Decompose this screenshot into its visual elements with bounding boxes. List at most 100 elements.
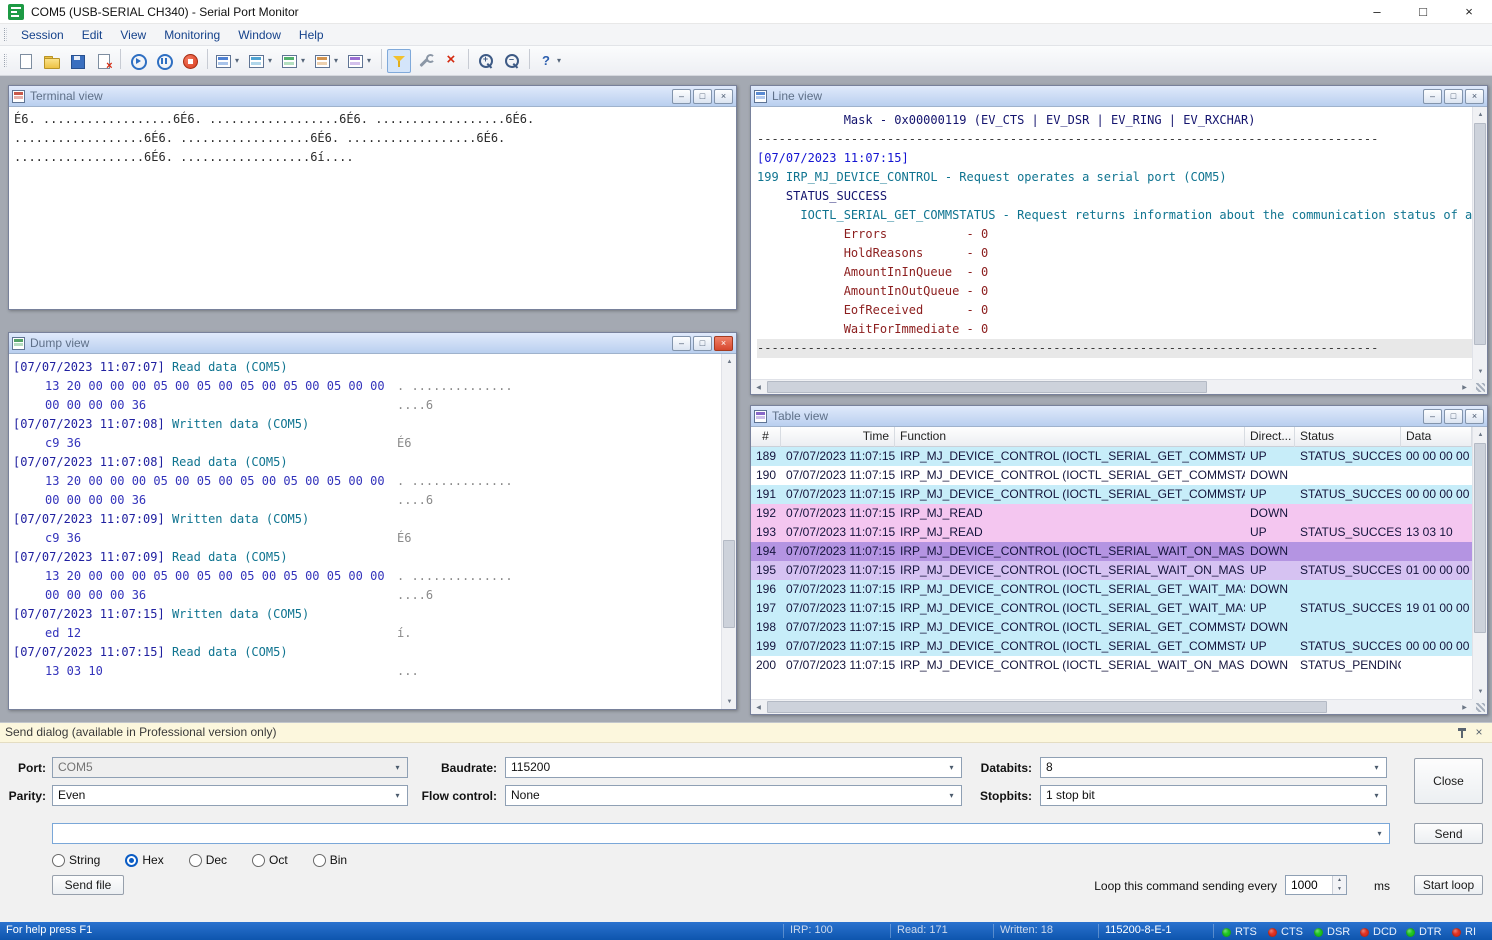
parity-select[interactable]: Even bbox=[52, 785, 408, 806]
pause-monitoring-button[interactable] bbox=[152, 49, 176, 73]
table-view-horizontal-scrollbar[interactable]: ◀ ▶ bbox=[751, 699, 1472, 714]
save-session-button[interactable] bbox=[65, 49, 89, 73]
close-button[interactable]: Close bbox=[1414, 758, 1483, 804]
clear-views-button[interactable] bbox=[439, 49, 463, 73]
line-view-toggle-button[interactable]: ▾ bbox=[246, 49, 277, 73]
open-session-button[interactable] bbox=[39, 49, 63, 73]
dump-view-toggle-button[interactable]: ▾ bbox=[279, 49, 310, 73]
scroll-left-icon[interactable]: ◀ bbox=[751, 380, 766, 394]
table-column-header[interactable]: Time bbox=[781, 427, 895, 447]
resize-grip[interactable] bbox=[1472, 379, 1487, 394]
window-titlebar[interactable]: COM5 (USB-SERIAL CH340) - Serial Port Mo… bbox=[0, 0, 1492, 24]
resize-grip[interactable] bbox=[1472, 699, 1487, 714]
table-row[interactable]: 19607/07/2023 11:07:15IRP_MJ_DEVICE_CONT… bbox=[751, 580, 1472, 599]
table-view-close-button[interactable]: × bbox=[1465, 409, 1484, 424]
start-loop-button[interactable]: Start loop bbox=[1414, 875, 1483, 895]
terminal-view-content[interactable]: É6. ..................6É6. .............… bbox=[9, 107, 736, 309]
terminal-view-minimize-button[interactable]: – bbox=[672, 89, 691, 104]
line-view-titlebar[interactable]: Line view – □ × bbox=[751, 86, 1487, 107]
table-row[interactable]: 19907/07/2023 11:07:15IRP_MJ_DEVICE_CONT… bbox=[751, 637, 1472, 656]
dump-view-titlebar[interactable]: Dump view – □ × bbox=[9, 333, 736, 354]
radio-icon[interactable] bbox=[52, 854, 65, 867]
menu-view[interactable]: View bbox=[111, 25, 155, 45]
format-radio-dec[interactable]: Dec bbox=[189, 853, 227, 867]
chevron-down-icon[interactable]: ▾ bbox=[232, 49, 242, 73]
scroll-right-icon[interactable]: ▶ bbox=[1457, 700, 1472, 714]
scroll-right-icon[interactable]: ▶ bbox=[1457, 380, 1472, 394]
stop-monitoring-button[interactable] bbox=[178, 49, 202, 73]
scrollbar-thumb[interactable] bbox=[767, 381, 1207, 393]
table-column-header[interactable]: Status bbox=[1295, 427, 1401, 447]
chevron-down-icon[interactable]: ▾ bbox=[265, 49, 275, 73]
send-file-button[interactable]: Send file bbox=[52, 875, 124, 895]
menu-monitoring[interactable]: Monitoring bbox=[155, 25, 229, 45]
line-view-horizontal-scrollbar[interactable]: ◀ ▶ bbox=[751, 379, 1472, 394]
port-select[interactable]: COM5 bbox=[52, 757, 408, 778]
chevron-down-icon[interactable]: ▾ bbox=[364, 49, 374, 73]
scroll-up-icon[interactable]: ▲ bbox=[1473, 107, 1487, 122]
scroll-down-icon[interactable]: ▼ bbox=[1473, 684, 1487, 699]
scrollbar-thumb[interactable] bbox=[767, 701, 1327, 713]
scroll-up-icon[interactable]: ▲ bbox=[722, 354, 736, 369]
filter-setup-button[interactable] bbox=[387, 49, 411, 73]
table-row[interactable]: 19307/07/2023 11:07:15IRP_MJ_READUPSTATU… bbox=[751, 523, 1472, 542]
new-session-button[interactable] bbox=[13, 49, 37, 73]
table-row[interactable]: 19207/07/2023 11:07:15IRP_MJ_READDOWN bbox=[751, 504, 1472, 523]
table-row[interactable]: 19507/07/2023 11:07:15IRP_MJ_DEVICE_CONT… bbox=[751, 561, 1472, 580]
menu-help[interactable]: Help bbox=[290, 25, 333, 45]
chevron-down-icon[interactable]: ▾ bbox=[554, 49, 564, 73]
catch-setup-button[interactable] bbox=[413, 49, 437, 73]
format-radio-string[interactable]: String bbox=[52, 853, 100, 867]
line-view-minimize-button[interactable]: – bbox=[1423, 89, 1442, 104]
help-button[interactable]: ▾ bbox=[535, 49, 566, 73]
radio-icon[interactable] bbox=[252, 854, 265, 867]
table-view-maximize-button[interactable]: □ bbox=[1444, 409, 1463, 424]
scroll-left-icon[interactable]: ◀ bbox=[751, 700, 766, 714]
terminal-view-maximize-button[interactable]: □ bbox=[693, 89, 712, 104]
pin-icon[interactable] bbox=[1456, 727, 1468, 739]
window-maximize-button[interactable]: □ bbox=[1400, 0, 1446, 23]
stepper-down-icon[interactable]: ▼ bbox=[1333, 885, 1346, 894]
format-radio-oct[interactable]: Oct bbox=[252, 853, 288, 867]
format-radio-bin[interactable]: Bin bbox=[313, 853, 347, 867]
send-dialog-close-icon[interactable]: × bbox=[1472, 725, 1486, 739]
chevron-down-icon[interactable]: ▾ bbox=[298, 49, 308, 73]
table-row[interactable]: 18907/07/2023 11:07:15IRP_MJ_DEVICE_CONT… bbox=[751, 447, 1472, 466]
stepper-up-icon[interactable]: ▲ bbox=[1333, 876, 1346, 885]
menu-session[interactable]: Session bbox=[12, 25, 73, 45]
dump-view-vertical-scrollbar[interactable]: ▲ ▼ bbox=[721, 354, 736, 709]
table-view-toggle-button[interactable]: ▾ bbox=[312, 49, 343, 73]
chevron-down-icon[interactable]: ▾ bbox=[331, 49, 341, 73]
modem-view-toggle-button[interactable]: ▾ bbox=[345, 49, 376, 73]
window-minimize-button[interactable]: – bbox=[1354, 0, 1400, 23]
zoom-out-button[interactable] bbox=[500, 49, 524, 73]
dump-view-minimize-button[interactable]: – bbox=[672, 336, 691, 351]
databits-select[interactable]: 8 bbox=[1040, 757, 1387, 778]
scroll-down-icon[interactable]: ▼ bbox=[1473, 364, 1487, 379]
table-column-header[interactable]: Data bbox=[1401, 427, 1472, 447]
table-column-header[interactable]: # bbox=[751, 427, 781, 447]
table-column-header[interactable]: Function bbox=[895, 427, 1245, 447]
table-view-vertical-scrollbar[interactable]: ▲ ▼ bbox=[1472, 427, 1487, 699]
table-view-minimize-button[interactable]: – bbox=[1423, 409, 1442, 424]
dump-view-maximize-button[interactable]: □ bbox=[693, 336, 712, 351]
table-row[interactable]: 19007/07/2023 11:07:15IRP_MJ_DEVICE_CONT… bbox=[751, 466, 1472, 485]
line-view-maximize-button[interactable]: □ bbox=[1444, 89, 1463, 104]
line-view-content[interactable]: Mask - 0x00000119 (EV_CTS | EV_DSR | EV_… bbox=[751, 107, 1472, 379]
radio-icon[interactable] bbox=[189, 854, 202, 867]
table-row[interactable]: 20007/07/2023 11:07:15IRP_MJ_DEVICE_CONT… bbox=[751, 656, 1472, 675]
scroll-down-icon[interactable]: ▼ bbox=[722, 694, 736, 709]
start-monitoring-button[interactable] bbox=[126, 49, 150, 73]
dump-view-content[interactable]: [07/07/2023 11:07:07] Read data (COM5)13… bbox=[9, 354, 721, 709]
table-row[interactable]: 19707/07/2023 11:07:15IRP_MJ_DEVICE_CONT… bbox=[751, 599, 1472, 618]
zoom-in-button[interactable] bbox=[474, 49, 498, 73]
stopbits-select[interactable]: 1 stop bit bbox=[1040, 785, 1387, 806]
scrollbar-thumb[interactable] bbox=[1474, 443, 1486, 633]
dump-view-close-button[interactable]: × bbox=[714, 336, 733, 351]
terminal-view-titlebar[interactable]: Terminal view – □ × bbox=[9, 86, 736, 107]
line-view-close-button[interactable]: × bbox=[1465, 89, 1484, 104]
baudrate-select[interactable]: 115200 bbox=[505, 757, 962, 778]
menu-edit[interactable]: Edit bbox=[73, 25, 112, 45]
line-view-vertical-scrollbar[interactable]: ▲ ▼ bbox=[1472, 107, 1487, 379]
scroll-up-icon[interactable]: ▲ bbox=[1473, 427, 1487, 442]
